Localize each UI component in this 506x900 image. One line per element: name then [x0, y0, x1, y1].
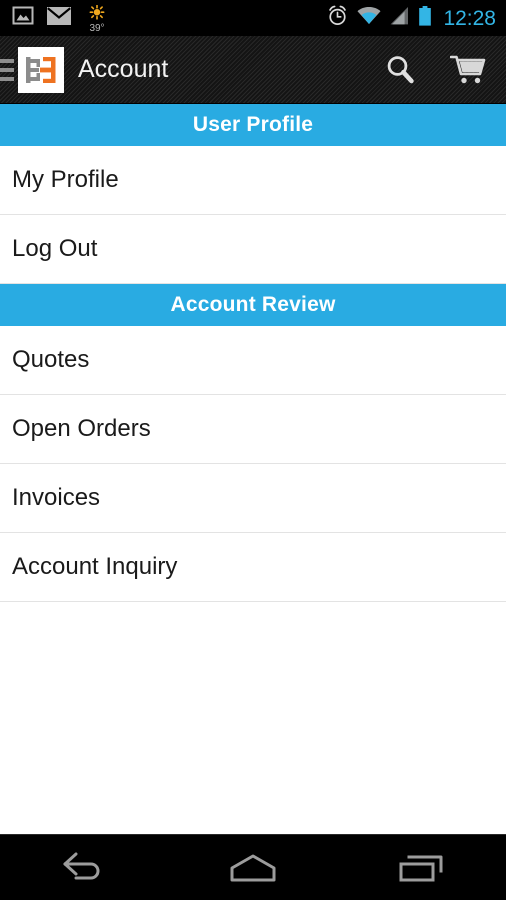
list-item-label: Account Inquiry	[12, 553, 178, 580]
cellular-signal-icon	[390, 6, 409, 30]
status-bar-notifications: 39°	[12, 5, 110, 34]
list-item-label: Log Out	[12, 235, 98, 262]
wifi-icon	[357, 6, 381, 30]
system-navigation-bar	[0, 834, 506, 900]
section-header-user-profile: User Profile	[0, 104, 506, 146]
email-icon	[47, 6, 71, 30]
action-bar: Account	[0, 36, 506, 104]
list-user-profile: My Profile Log Out	[0, 146, 506, 284]
status-bar: 39° 12:28	[0, 0, 506, 36]
page-title: Account	[78, 55, 169, 83]
search-icon[interactable]	[376, 46, 424, 94]
list-item-quotes[interactable]: Quotes	[0, 326, 506, 395]
alarm-clock-icon	[327, 5, 348, 31]
list-item-label: Open Orders	[12, 415, 151, 442]
gallery-image-icon	[12, 5, 34, 32]
list-item-my-profile[interactable]: My Profile	[0, 146, 506, 215]
battery-icon	[418, 5, 432, 31]
status-bar-system-icons: 12:28	[327, 5, 496, 31]
status-bar-clock: 12:28	[443, 6, 496, 30]
list-item-open-orders[interactable]: Open Orders	[0, 395, 506, 464]
section-header-label: Account Review	[170, 293, 336, 316]
nav-home-button[interactable]	[208, 835, 298, 900]
list-item-label: My Profile	[12, 166, 119, 193]
phone-screen: 39° 12:28 Account User Profile My Profil…	[0, 0, 506, 900]
section-header-account-review: Account Review	[0, 284, 506, 326]
hamburger-menu-icon[interactable]	[0, 58, 14, 81]
list-item-account-inquiry[interactable]: Account Inquiry	[0, 533, 506, 602]
list-account-review: Quotes Open Orders Invoices Account Inqu…	[0, 326, 506, 602]
list-item-log-out[interactable]: Log Out	[0, 215, 506, 284]
list-item-label: Quotes	[12, 346, 90, 373]
shopping-cart-icon[interactable]	[444, 46, 492, 94]
weather-sun-icon: 39°	[84, 5, 110, 34]
section-header-label: User Profile	[192, 113, 314, 136]
nav-recents-button[interactable]	[377, 835, 467, 900]
app-logo[interactable]	[18, 46, 64, 93]
content-empty-area	[0, 602, 506, 834]
list-item-invoices[interactable]: Invoices	[0, 464, 506, 533]
weather-temperature-label: 39°	[89, 23, 105, 34]
list-item-label: Invoices	[12, 484, 101, 511]
nav-back-button[interactable]	[39, 835, 129, 900]
